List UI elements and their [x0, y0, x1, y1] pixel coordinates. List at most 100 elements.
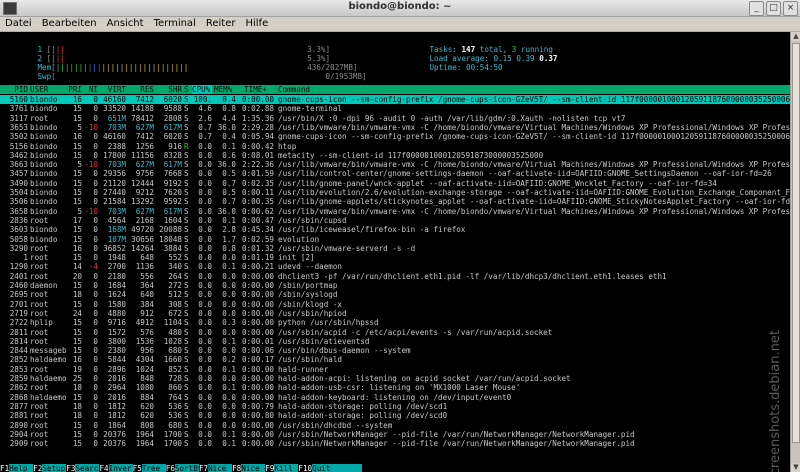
process-row[interactable]: 3504 biondo 15 0 27440 9212 7620 S 0.0 0.5 0:00.11… — [0, 188, 790, 197]
fkey-f6[interactable]: F6 — [165, 464, 175, 472]
process-row[interactable]: 2695 root 18 0 1624 640 512 S 0.0 0.0 0:00.00/sbin… — [0, 290, 790, 299]
process-row[interactable]: 3457 biondo 15 0 29356 9756 7668 S 0.0 0.5 0:01.59… — [0, 169, 790, 178]
cell-ni: 0 — [93, 374, 98, 383]
process-row[interactable]: 2909 root 15 0 20376 1964 1700 S 0.0 0.1 0:00.00/u… — [0, 439, 790, 448]
process-row[interactable]: 1290 root 14 -4 2700 1136 340 S 0.0 0.1 0:00.21 ude… — [0, 262, 790, 271]
fkey-f8[interactable]: F8 — [232, 464, 242, 472]
cell-cpu: 0.0 — [198, 392, 212, 402]
cell-pri: 15 — [72, 225, 82, 235]
col-pri[interactable]: PRI — [62, 85, 82, 94]
process-row[interactable]: 2814 root 15 0 3800 1536 1028 S 0.0 0.1 0:00.01/us… — [0, 337, 790, 346]
fkey-label-kill[interactable]: Kill — [274, 464, 299, 472]
process-row[interactable]: 2890 root 15 0 1864 808 680 S 0.0 0.0 0:00.00/usr/… — [0, 421, 790, 430]
cell-ni: 0 — [93, 299, 98, 309]
fkey-label-nice[interactable]: Nice + — [241, 464, 269, 472]
menu-reiter[interactable]: Reiter — [201, 17, 241, 31]
menu-hilfe[interactable]: Hilfe — [240, 17, 273, 31]
cell-pid: 2862 — [9, 383, 28, 393]
process-row[interactable]: 5156 biondo 15 0 2388 1256 916 R 0.0 0.1 0:00.42 ht… — [0, 142, 790, 151]
fkey-label-tree[interactable]: Tree — [141, 464, 166, 472]
process-row[interactable]: 3502 biondo 16 0 46160 7412 6020 S 0.7 0.4 0:05.94… — [0, 132, 790, 141]
fkey-label-search[interactable]: Search — [75, 464, 103, 472]
process-row[interactable]: 3603 biondo 15 0 168M 49720 20088 S 0.0 2.8 0:45.3… — [0, 225, 790, 234]
process-row[interactable]: 2701 root 15 0 1580 384 308 S 0.0 0.0 0:00.00/sbin… — [0, 300, 790, 309]
scroll-down-icon[interactable]: ▼ — [791, 463, 800, 472]
process-row[interactable]: 2719 root 24 0 4880 912 672 S 0.0 0.0 0:00.00/usr/… — [0, 309, 790, 318]
process-row[interactable]: 2836 root 17 0 4564 2168 1604 S 0.0 0.1 0:00.47/us… — [0, 216, 790, 225]
minimize-button[interactable]: _ — [749, 1, 764, 16]
process-row[interactable]: 3462 biondo 15 0 17800 11156 8328 S 0.0 0.6 0:08.0… — [0, 151, 790, 160]
fkey-f10[interactable]: F10 — [298, 464, 313, 472]
col-state[interactable]: S — [184, 85, 190, 94]
fkey-f1[interactable]: F1 — [0, 464, 10, 472]
process-row[interactable]: 3490 biondo 15 0 21120 12444 9192 S 0.0 0.7 0:02.3… — [0, 179, 790, 188]
process-row[interactable]: 2811 root 15 0 1572 576 480 S 0.0 0.0 0:00.00/usr/… — [0, 328, 790, 337]
menu-bearbeiten[interactable]: Bearbeiten — [37, 17, 102, 31]
fkey-label-help[interactable]: Help — [9, 464, 34, 472]
process-row[interactable]: 2852 haldaemo 16 0 5844 4304 1660 S 0.0 0.2 0:00.1… — [0, 355, 790, 364]
col-time[interactable]: TIME+ — [244, 85, 274, 94]
close-button[interactable]: × — [783, 1, 798, 16]
process-row[interactable]: 3663 biondo 5 -10 703M 627M 617M S 0.0 36.0 2:22.3… — [0, 160, 790, 169]
process-row[interactable]: 2859 haldaemo 25 0 2016 848 728 S 0.0 0.0 0:00.00 h… — [0, 374, 790, 383]
process-row[interactable]: 3506 biondo 15 0 21584 13292 9592 S 0.0 0.7 0:00.3… — [0, 197, 790, 206]
cell-mem: 0.1 — [222, 262, 236, 272]
cell-command: /usr/sbin/hpiod — [278, 308, 347, 318]
selected-process-row[interactable]: 5160 biondo 16 0 46160 7412 6020 S 100. 0.4 0:00.0… — [0, 95, 790, 104]
fkey-label-invert[interactable]: Invert — [108, 464, 136, 472]
process-row[interactable]: 2722 hplip 15 0 9716 4912 1104 S 0.0 0.3 0:00.00 py… — [0, 318, 790, 327]
process-table-header[interactable]: PID USER PRI NI VIRT RES SHR S CPU% MEM%… — [0, 85, 790, 94]
process-row[interactable]: 2904 root 15 0 20376 1964 1700 S 0.0 0.1 0:00.00/u… — [0, 430, 790, 439]
col-shr[interactable]: SHR — [156, 85, 182, 94]
process-row[interactable]: 2877 root 18 0 1812 620 536 S 0.0 0.0 0:00.79 hald-… — [0, 402, 790, 411]
process-row[interactable]: 2844 messageb 15 0 2380 956 680 S 0.0 0.0 0:00.06/… — [0, 346, 790, 355]
process-row[interactable]: 5058 biondo 15 0 107M 30656 18048 S 0.0 1.7 0:02.5… — [0, 235, 790, 244]
process-row[interactable]: 2881 root 18 0 1812 620 536 S 0.0 0.0 0:00.80 hald-… — [0, 411, 790, 420]
fkey-f3[interactable]: F3 — [66, 464, 76, 472]
process-row[interactable]: 2460 daemon 15 0 1684 364 272 S 0.0 0.0 0:00.00/sb… — [0, 281, 790, 290]
menu-datei[interactable]: Datei — [0, 17, 37, 31]
cell-ni: 0 — [93, 439, 98, 449]
process-row[interactable]: 3290 root 16 0 36852 14264 3884 S 0.0 0.8 0:01.32/… — [0, 244, 790, 253]
menu-ansicht[interactable]: Ansicht — [102, 17, 149, 31]
terminal-scrollbar[interactable]: ▲ ▼ — [790, 32, 800, 472]
process-row[interactable]: 3761 biondo 15 0 33520 14188 9588 S 4.6 0.8 0:02.8… — [0, 104, 790, 113]
terminal-area[interactable]: 1 [||| 3.3%] 2 [||| 5.3%] Mem[||||||||||… — [0, 32, 790, 472]
col-command[interactable]: Command — [278, 85, 378, 94]
process-row[interactable]: 3658 biondo 5 -10 703M 627M 617M S 0.0 36.0 0:00.6… — [0, 207, 790, 216]
cell-pri: 15 — [72, 188, 82, 197]
col-res[interactable]: RES — [128, 85, 154, 94]
cell-time: 0:01.32 — [241, 243, 274, 253]
col-cpu[interactable]: CPU% — [192, 85, 212, 94]
fkey-f4[interactable]: F4 — [99, 464, 109, 472]
menu-terminal[interactable]: Terminal — [149, 17, 201, 31]
fkey-f5[interactable]: F5 — [132, 464, 142, 472]
scroll-up-icon[interactable]: ▲ — [791, 32, 800, 41]
col-virt[interactable]: VIRT — [100, 85, 126, 94]
process-row[interactable]: 1 root 15 0 1948 648 552 S 0.0 0.0 0:01.19 init [2] — [0, 253, 790, 262]
col-mem[interactable]: MEM% — [214, 85, 236, 94]
col-pid[interactable]: PID — [4, 85, 28, 94]
process-row[interactable]: 2862 root 18 0 2964 1080 860 S 0.0 0.1 0:00.00 hald… — [0, 383, 790, 392]
cell-pri: 15 — [72, 299, 82, 309]
process-row[interactable]: 2401 root 20 0 2180 556 264 S 0.0 0.0 0:00.00 dhcli… — [0, 272, 790, 281]
fkey-f7[interactable]: F7 — [198, 464, 209, 472]
fkey-label-quit[interactable]: Quit — [312, 464, 363, 472]
scrollbar-thumb[interactable] — [792, 43, 800, 443]
fkey-f2[interactable]: F2 — [33, 464, 43, 472]
fkey-f9[interactable]: F9 — [265, 464, 275, 472]
cell-state: S — [184, 160, 189, 170]
cell-state: S — [184, 429, 189, 439]
col-ni[interactable]: NI — [84, 85, 98, 94]
process-row[interactable]: 2868 haldaemo 15 0 2016 884 764 S 0.0 0.0 0:00.00 h… — [0, 393, 790, 402]
fkey-label-nice[interactable]: Nice - — [208, 464, 236, 472]
fkey-label-sortby[interactable]: SortBy — [174, 464, 202, 472]
process-row[interactable]: 3653 biondo 5 -10 703M 627M 617M S 0.7 36.0 2:29.2… — [0, 123, 790, 132]
process-row[interactable]: 2853 root 19 0 2896 1024 852 S 0.0 0.1 0:00.00 hald… — [0, 365, 790, 374]
fkey-label-setup[interactable]: Setup — [42, 464, 67, 472]
maximize-button[interactable]: □ — [766, 1, 781, 16]
title-bar[interactable]: biondo@biondo: ~ _ □ × — [0, 0, 800, 17]
cell-ni: 0 — [93, 429, 98, 439]
process-row[interactable]: 3117 root 15 0 651M 78412 2808 S 2.6 4.4 1:35.36/u… — [0, 114, 790, 123]
cell-command: hald-addon-acpi: listening on acpid sock… — [278, 374, 571, 383]
